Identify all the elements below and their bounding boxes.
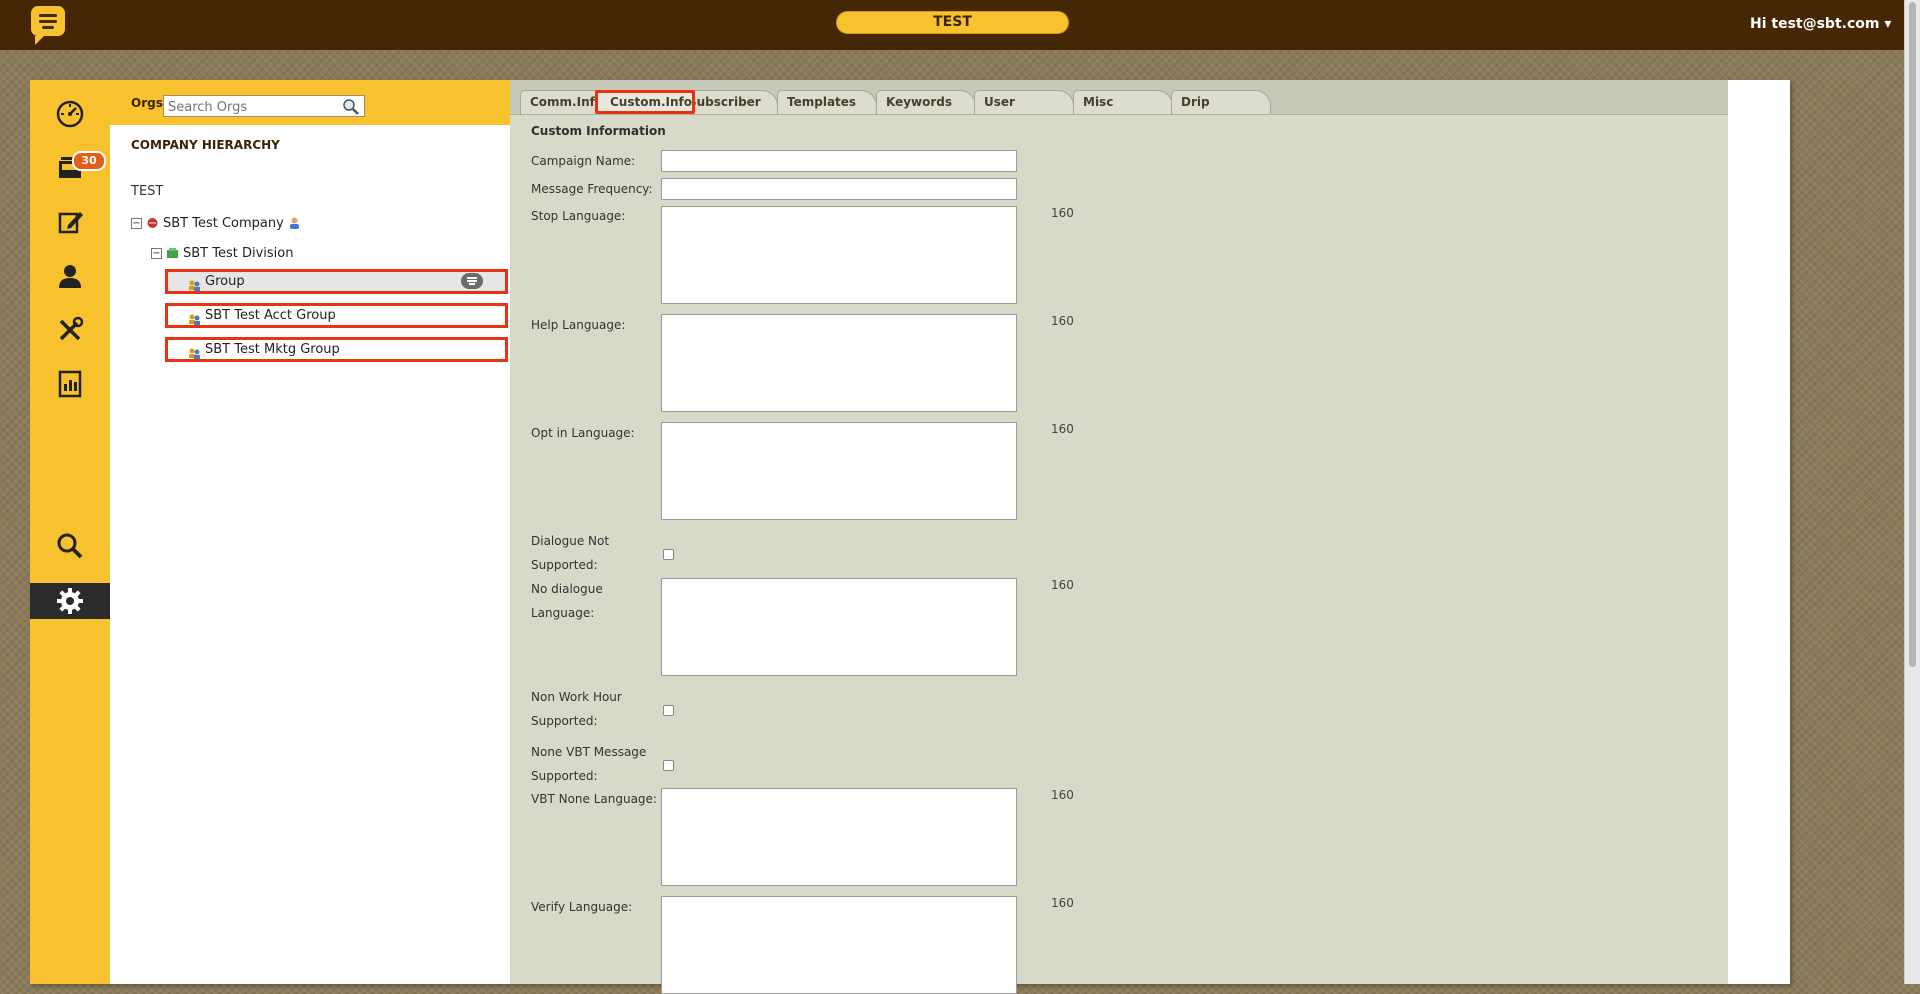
help-language-textarea[interactable]	[661, 314, 1017, 412]
no-dialogue-language-label-line2: Language:	[531, 606, 595, 620]
page-scrollbar[interactable]	[1904, 0, 1920, 984]
stop-language-textarea[interactable]	[661, 206, 1017, 304]
dialogue-not-supported-label-line2: Supported:	[531, 558, 598, 572]
non-work-hour-supported-label: Non Work Hour Supported:	[531, 685, 622, 733]
no-dialogue-language-char-limit: 160	[1051, 578, 1074, 592]
dialogue-not-supported-checkbox[interactable]	[663, 549, 674, 560]
compose-icon[interactable]	[52, 204, 88, 240]
magnifier-icon[interactable]	[342, 98, 360, 116]
tree-node-group-label: Group	[205, 274, 245, 289]
non-work-hour-supported-checkbox[interactable]	[663, 705, 674, 716]
dashboard-icon[interactable]	[52, 96, 88, 132]
app-window: 30 Orgs COMPANY HIERARCHY TEST	[30, 80, 1790, 994]
user-menu[interactable]: Hi test@sbt.com ▾	[1750, 16, 1891, 32]
vbt-none-language-label: VBT None Language:	[531, 792, 657, 806]
top-bar: TEST Hi test@sbt.com ▾	[0, 0, 1904, 50]
collapse-toggle-icon[interactable]: −	[151, 247, 162, 259]
tree-node-division[interactable]: − SBT Test Division	[151, 245, 293, 261]
row-menu-icon[interactable]	[461, 273, 483, 289]
verify-language-char-limit: 160	[1051, 896, 1074, 910]
current-org-pill[interactable]: TEST	[836, 11, 1069, 34]
tab-custom-info[interactable]: Custom.Info	[595, 90, 695, 114]
dialogue-not-supported-label: Dialogue Not Supported:	[531, 529, 609, 577]
contacts-icon[interactable]	[52, 258, 88, 294]
tools-icon[interactable]	[52, 312, 88, 348]
tab-misc[interactable]: Misc	[1073, 90, 1173, 114]
group-icon	[188, 310, 201, 325]
company-admin-icon	[288, 217, 301, 229]
company-icon	[146, 217, 159, 229]
orgs-label: Orgs	[131, 96, 163, 110]
org-tree-panel: Orgs COMPANY HIERARCHY TEST − SBT Test C…	[110, 80, 510, 984]
reports-icon[interactable]	[52, 366, 88, 402]
non-work-hour-supported-label-line1: Non Work Hour	[531, 690, 622, 704]
tree-node-company-label: SBT Test Company	[163, 215, 284, 231]
no-dialogue-language-label-line1: No dialogue	[531, 582, 603, 596]
campaign-name-input[interactable]	[661, 150, 1017, 172]
tree-node-group[interactable]: Group	[165, 269, 508, 294]
org-search-input[interactable]	[164, 97, 342, 118]
dialogue-not-supported-label-line1: Dialogue Not	[531, 534, 610, 548]
orgs-search-bar: Orgs	[110, 80, 510, 125]
no-dialogue-language-label: No dialogue Language:	[531, 577, 603, 625]
org-search-box	[163, 95, 365, 118]
tree-node-group[interactable]: SBT Test Acct Group	[165, 303, 508, 328]
tab-keywords[interactable]: Keywords	[876, 90, 976, 114]
help-language-label: Help Language:	[531, 318, 626, 332]
tab-drip[interactable]: Drip	[1171, 90, 1271, 114]
settings-content-panel: Comm.Info Custom.Info Subscriber Templat…	[510, 80, 1728, 994]
settings-nav-item[interactable]	[30, 583, 116, 619]
tree-root-label[interactable]: TEST	[131, 184, 163, 199]
form-title: Custom Information	[531, 124, 666, 138]
settings-icon	[57, 588, 83, 614]
campaign-name-label: Campaign Name:	[531, 154, 636, 168]
message-frequency-input[interactable]	[661, 178, 1017, 200]
none-vbt-message-supported-checkbox[interactable]	[663, 760, 674, 771]
group-icon	[188, 276, 201, 291]
none-vbt-message-supported-label-line2: Supported:	[531, 769, 598, 783]
scrollbar-thumb[interactable]	[1909, 2, 1916, 667]
opt-in-language-char-limit: 160	[1051, 422, 1074, 436]
tree-node-group-label: SBT Test Mktg Group	[205, 342, 340, 357]
opt-in-language-label: Opt in Language:	[531, 426, 635, 440]
opt-in-language-textarea[interactable]	[661, 422, 1017, 520]
verify-language-textarea[interactable]	[661, 896, 1017, 994]
vbt-none-language-char-limit: 160	[1051, 788, 1074, 802]
none-vbt-message-supported-label: None VBT Message Supported:	[531, 740, 646, 788]
app-logo-icon[interactable]	[31, 6, 65, 45]
none-vbt-message-supported-label-line1: None VBT Message	[531, 745, 647, 759]
tree-node-group[interactable]: SBT Test Mktg Group	[165, 337, 508, 362]
non-work-hour-supported-label-line2: Supported:	[531, 714, 598, 728]
division-icon	[166, 247, 179, 259]
stop-language-char-limit: 160	[1051, 206, 1074, 220]
collapse-toggle-icon[interactable]: −	[131, 217, 142, 229]
icon-nav-bar: 30	[30, 80, 116, 984]
tab-user[interactable]: User	[974, 90, 1074, 114]
message-frequency-label: Message Frequency:	[531, 182, 653, 196]
verify-language-label: Verify Language:	[531, 900, 633, 914]
help-language-char-limit: 160	[1051, 314, 1074, 328]
tree-node-group-label: SBT Test Acct Group	[205, 308, 336, 323]
vbt-none-language-textarea[interactable]	[661, 788, 1017, 886]
tree-node-company[interactable]: − SBT Test Company	[131, 215, 305, 231]
tree-node-division-label: SBT Test Division	[183, 245, 294, 261]
tab-templates[interactable]: Templates	[777, 90, 877, 114]
stop-language-label: Stop Language:	[531, 209, 626, 223]
company-hierarchy-title: COMPANY HIERARCHY	[131, 138, 280, 152]
inbox-count-badge: 30	[72, 151, 106, 171]
settings-tab-bar: Comm.Info Custom.Info Subscriber Templat…	[510, 80, 1728, 115]
no-dialogue-language-textarea[interactable]	[661, 578, 1017, 676]
search-icon[interactable]	[52, 528, 88, 564]
group-icon	[188, 344, 201, 359]
